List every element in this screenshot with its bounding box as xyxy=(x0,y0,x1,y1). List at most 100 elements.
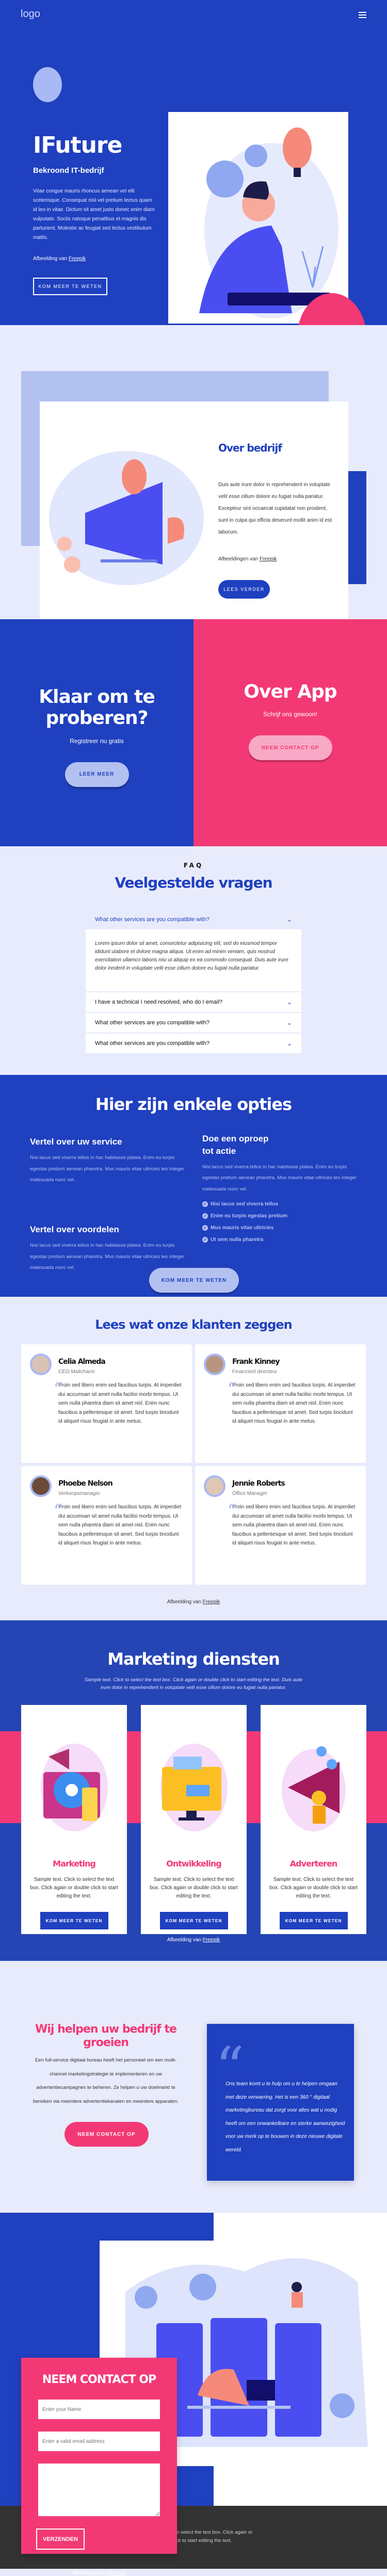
about-card: Over bedrijf Duis aute irure dolor in re… xyxy=(40,401,348,638)
logo[interactable]: logo xyxy=(21,8,40,20)
testimonial-quote-text: Proin sed libero enim sed faucibus turpi… xyxy=(232,1382,356,1424)
testimonial-role: Office Manager xyxy=(232,1491,268,1496)
send-button[interactable]: VERZENDEN xyxy=(36,2529,85,2550)
laptop-icon xyxy=(247,2380,275,2401)
checklist-text: Ut sem nulla pharetra xyxy=(211,1237,264,1243)
option-heading: Vertel over uw service xyxy=(30,1137,122,1147)
faq-question-text: I have a technical I need resolved, who … xyxy=(95,999,223,1005)
service-card: Adverteren Sample text. Click to select … xyxy=(261,1705,366,1934)
quote-box: “ Ons team komt u te hulp om u te helpen… xyxy=(207,2024,354,2181)
faq-section: FAQ Veelgestelde vragen What other servi… xyxy=(0,846,387,1075)
learn-more-button[interactable]: KOM MEER TE WETEN xyxy=(40,1912,108,1929)
check-icon: ✓ xyxy=(202,1213,208,1219)
contact-form: NEEM CONTACT OP VERZENDEN Afbeelding van… xyxy=(21,2358,177,2576)
gear-icon xyxy=(135,2286,157,2309)
service-text: Sample text. Click to select the text bo… xyxy=(269,1877,358,1899)
gear-icon xyxy=(206,160,244,198)
learn-more-button[interactable]: KOM MEER TE WETEN xyxy=(159,1912,228,1929)
read-more-button[interactable]: LEES VERDER xyxy=(218,580,270,599)
checklist: ✓ Nisi lacus sed viverra tellus ✓ Enim eu … xyxy=(202,1201,357,1243)
freepik-link[interactable]: Freepik xyxy=(260,556,277,562)
checklist-text: Mus mauris vitae ultricies xyxy=(211,1225,274,1231)
faq-title: Veelgestelde vragen xyxy=(115,874,272,891)
testimonial-quote-text: Proin sed libero enim sed faucibus turpi… xyxy=(58,1382,182,1424)
faq-question[interactable]: What other services are you compatible w… xyxy=(86,910,301,929)
contact-button[interactable]: NEEM CONTACT OP xyxy=(248,735,332,761)
testimonial-card: Celia Almeda CEO Mailcharm “Proin sed li… xyxy=(21,1344,192,1463)
site-header: logo xyxy=(0,0,387,31)
gear-icon xyxy=(245,144,267,167)
gear-icon xyxy=(189,2274,216,2300)
checklist-item: ✓ Mus mauris vitae ultricies xyxy=(202,1225,357,1231)
faq-kicker: FAQ xyxy=(183,862,204,869)
learn-more-button[interactable]: KOM MEER TE WETEN xyxy=(149,1268,239,1293)
testimonial-quote-text: Proin sed libero enim sed faucibus turpi… xyxy=(58,1504,182,1546)
learn-more-button[interactable]: LEER MEER xyxy=(64,762,129,787)
learn-more-button[interactable]: KOM MEER TE WETEN xyxy=(279,1912,348,1929)
service-text: Sample text. Click to select the text bo… xyxy=(150,1877,238,1899)
chevron-down-icon: ⌄ xyxy=(286,1040,292,1047)
hero-illustration xyxy=(168,112,348,324)
checklist-text: Nisi lacus sed viverra tellus xyxy=(211,1201,279,1208)
decorative-circle xyxy=(33,67,62,102)
hamburger-icon[interactable] xyxy=(359,12,366,19)
checklist-item: ✓ Ut sem nulla pharetra xyxy=(202,1237,357,1243)
credit-prefix: Afbeelding van xyxy=(33,256,68,262)
freepik-link[interactable]: Freepik xyxy=(108,2570,125,2576)
freepik-link[interactable]: Freepik xyxy=(203,1599,220,1605)
learn-more-button[interactable]: KOM MEER TE WETEN xyxy=(33,278,107,295)
service-title: Marketing xyxy=(53,1859,96,1869)
credit-prefix: Afbeelding van xyxy=(167,1937,202,1943)
grow-title: Wij helpen uw bedrijf te groeien xyxy=(35,2023,177,2050)
testimonial-name: Phoebe Nelson xyxy=(58,1479,113,1488)
grow-section: Wij helpen uw bedrijf te groeien Een ful… xyxy=(0,1961,387,2213)
testimonial-card: Jennie Roberts Office Manager “Proin sed… xyxy=(195,1466,366,1585)
about-text: Duis aute irure dolor in reprehenderit i… xyxy=(218,482,332,535)
faq-question[interactable]: What other services are you compatible w… xyxy=(86,1013,301,1034)
option-text: Nisi lacus sed viverra tellus in hac hab… xyxy=(202,1164,357,1193)
faq-question-text: What other services are you compatible w… xyxy=(95,1040,209,1046)
service-title: Ontwikkeling xyxy=(166,1859,221,1869)
quote-icon: “ xyxy=(227,1500,237,1523)
service-card: Ontwikkeling Sample text. Click to selec… xyxy=(141,1705,247,1934)
service-text: Sample text. Click to select the text bo… xyxy=(30,1877,118,1899)
chevron-down-icon: ⌄ xyxy=(286,999,292,1006)
testimonials-grid: Celia Almeda CEO Mailcharm “Proin sed li… xyxy=(21,1344,366,1585)
email-input[interactable] xyxy=(38,2432,160,2452)
testimonial-quote: “Proin sed libero enim sed faucibus turp… xyxy=(53,1380,183,1426)
faq-question[interactable]: What other services are you compatible w… xyxy=(86,1034,301,1054)
testimonial-name: Jennie Roberts xyxy=(232,1479,285,1488)
testimonial-quote: “Proin sed libero enim sed faucibus turp… xyxy=(227,1502,357,1548)
options-title: Hier zijn enkele opties xyxy=(95,1094,292,1114)
marketing-section: Marketing diensten Sample text. Click to… xyxy=(0,1620,387,1961)
message-textarea[interactable] xyxy=(38,2464,160,2517)
contact-button[interactable]: NEEM CONTACT OP xyxy=(64,2122,149,2147)
name-input[interactable] xyxy=(38,2400,160,2420)
cta-split-section: Klaar om te proberen? Registreer nu grat… xyxy=(0,619,387,846)
cta-right-title: Over App xyxy=(244,681,337,702)
faq-accordion: What other services are you compatible w… xyxy=(86,910,301,1054)
option-heading: Doe een oproep tot actie xyxy=(202,1134,269,1156)
service-cards: Marketing Sample text. Click to select t… xyxy=(21,1705,366,1934)
testimonial-card: Frank Kinney Financieel directeur “Proin… xyxy=(195,1344,366,1463)
option-text: Nisi lacus sed viverra tellus in hac hab… xyxy=(30,1154,184,1183)
chevron-down-icon: ⌄ xyxy=(286,1019,292,1026)
option-block: Doe een oproep tot actie Nisi lacus sed … xyxy=(202,1133,357,1249)
hero-section: IFuture Bekroond IT-bedrijf Vitae congue… xyxy=(0,31,387,325)
testimonials-title: Lees wat onze klanten zeggen xyxy=(95,1317,293,1332)
freepik-link[interactable]: Freepik xyxy=(203,1937,220,1943)
image-credit: Afbeelding van Freepik xyxy=(21,1599,366,1605)
about-section: Over bedrijf Duis aute irure dolor in re… xyxy=(0,325,387,638)
about-illustration xyxy=(44,441,209,599)
marketing-title: Marketing diensten xyxy=(107,1649,280,1669)
testimonial-quote: “Proin sed libero enim sed faucibus turp… xyxy=(53,1502,183,1548)
advertising-illustration xyxy=(269,1726,358,1849)
checklist-item: ✓ Enim eu turpis egestas pretium xyxy=(202,1213,357,1219)
freepik-link[interactable]: Freepik xyxy=(69,256,86,262)
chevron-down-icon: ⌄ xyxy=(286,916,292,923)
checklist-item: ✓ Nisi lacus sed viverra tellus xyxy=(202,1201,357,1208)
check-icon: ✓ xyxy=(202,1237,208,1243)
faq-question[interactable]: I have a technical I need resolved, who … xyxy=(86,992,301,1013)
lightbulb-icon xyxy=(283,127,312,169)
testimonial-role: CEO Mailcharm xyxy=(58,1369,95,1375)
